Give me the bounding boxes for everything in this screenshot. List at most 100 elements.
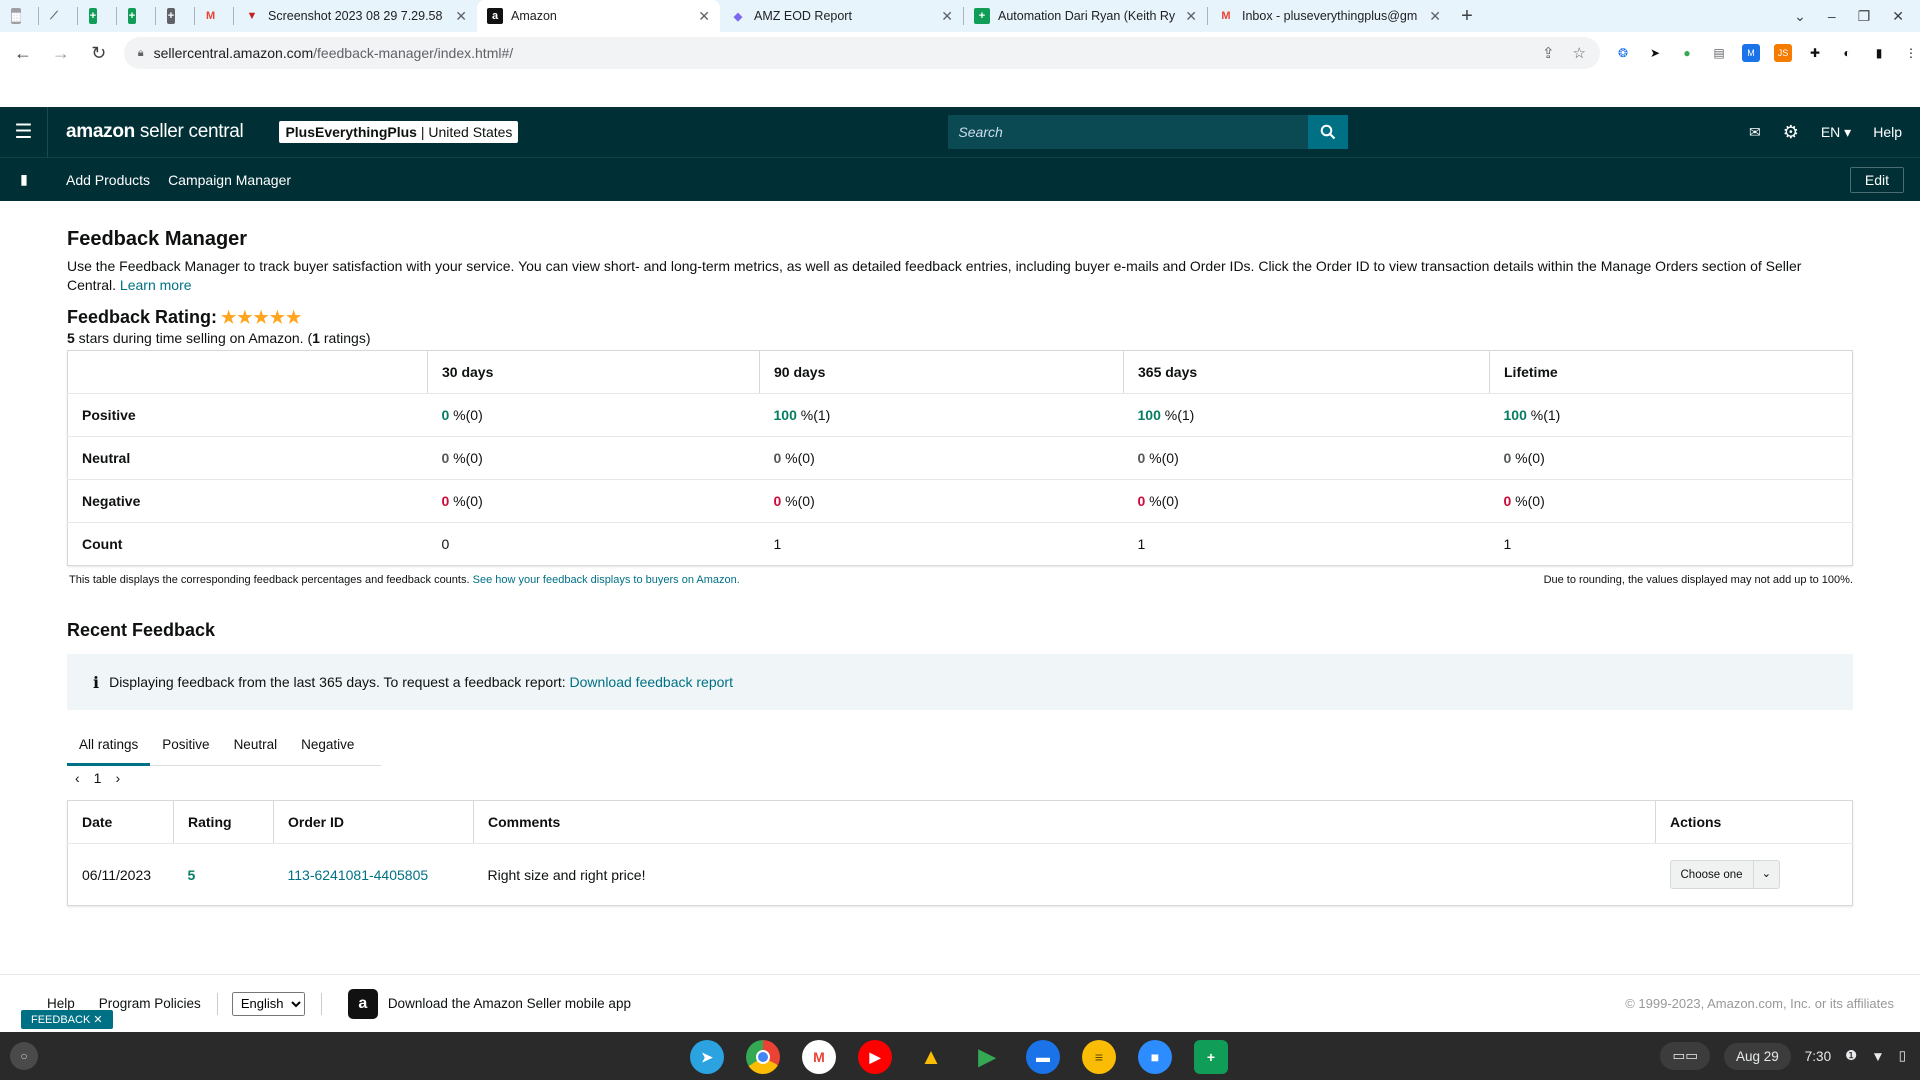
actions-dropdown[interactable]: Choose one ⌄ — [1669, 860, 1781, 889]
browser-tab-screenshot[interactable]: ▼ Screenshot 2023 08 29 7.29.58 ✕ — [234, 0, 477, 32]
browser-tab[interactable]: + — [78, 0, 116, 32]
close-icon[interactable]: ✕ — [1185, 8, 1197, 25]
browser-tab-eod-report[interactable]: ◆ AMZ EOD Report ✕ — [720, 0, 963, 32]
share-icon[interactable]: ⇪ — [1542, 44, 1555, 62]
extension-icon[interactable]: ◐ — [1838, 44, 1856, 62]
pagination: ‹ 1 › — [67, 770, 1853, 786]
extension-icon[interactable]: ❂ — [1614, 44, 1632, 62]
tab-all-ratings[interactable]: All ratings — [67, 724, 151, 766]
extension-icon[interactable]: ➤ — [1646, 44, 1664, 62]
tote-icon[interactable]: ▭▭ — [1660, 1042, 1710, 1070]
language-selector[interactable]: EN ▾ — [1821, 124, 1851, 141]
language-select[interactable]: English — [231, 991, 305, 1016]
play-store-icon[interactable]: ▶ — [970, 1040, 1004, 1074]
tab-positive[interactable]: Positive — [150, 724, 221, 766]
telegram-icon[interactable]: ➤ — [690, 1040, 724, 1074]
sheets-icon[interactable]: + — [1194, 1040, 1228, 1074]
puzzle-icon[interactable]: ✚ — [1806, 44, 1824, 62]
back-icon[interactable]: ← — [8, 43, 38, 64]
actions-dropdown-label: Choose one — [1680, 868, 1743, 881]
extension-icon[interactable]: ▤ — [1710, 44, 1728, 62]
help-link[interactable]: Help — [1873, 124, 1902, 140]
bookmark-star-icon[interactable]: ☆ — [1573, 44, 1586, 62]
youtube-icon[interactable]: ▶ — [858, 1040, 892, 1074]
rating-summary: 5 stars during time selling on Amazon. (… — [67, 330, 1853, 346]
close-icon[interactable]: ✕ — [1429, 8, 1441, 25]
positive-value: 100 — [1137, 407, 1161, 423]
side-panel-icon[interactable]: ▮ — [1870, 44, 1888, 62]
browser-tab-amazon[interactable]: a Amazon ✕ — [477, 0, 720, 32]
extension-icon[interactable]: ● — [1678, 44, 1696, 62]
search-button[interactable] — [1308, 115, 1349, 149]
close-icon[interactable]: ✕ — [941, 8, 953, 25]
zoom-icon[interactable]: ■ — [1138, 1040, 1172, 1074]
notification-icon[interactable]: ❶ — [1845, 1048, 1857, 1064]
browser-tab[interactable]: + — [156, 0, 194, 32]
new-tab-button[interactable]: + — [1451, 0, 1483, 32]
gmail-icon: M — [1221, 10, 1231, 22]
files-icon[interactable]: ▬ — [1026, 1040, 1060, 1074]
menu-dots-icon[interactable]: ⋮ — [1902, 44, 1920, 62]
footer-help-link[interactable]: Help — [47, 996, 75, 1011]
mobile-app-link[interactable]: a Download the Amazon Seller mobile app — [347, 988, 631, 1019]
chrome-icon[interactable] — [746, 1040, 780, 1074]
tab-search-icon[interactable]: ⌄ — [1794, 8, 1806, 25]
clock[interactable]: 7:30 — [1805, 1049, 1831, 1064]
edit-button[interactable]: Edit — [1849, 166, 1904, 193]
tab-negative[interactable]: Negative — [289, 724, 366, 766]
positive-value: 100 — [773, 407, 797, 423]
close-window-icon[interactable]: ✕ — [1892, 8, 1904, 25]
table-cell: 100 %(1) — [759, 393, 1124, 437]
chevron-left-icon[interactable]: ‹ — [75, 770, 80, 786]
date-display[interactable]: Aug 29 — [1724, 1042, 1791, 1070]
bookmark-icon[interactable]: ▮ — [0, 171, 48, 188]
feedback-tag[interactable]: FEEDBACK ✕ — [21, 1010, 113, 1029]
add-products-link[interactable]: Add Products — [66, 172, 150, 188]
chevron-right-icon[interactable]: › — [115, 770, 120, 786]
close-icon[interactable]: ✕ — [455, 8, 467, 25]
address-bar[interactable]: 🔒︎ sellercentral.amazon.com/feedback-man… — [123, 37, 1600, 69]
browser-tab[interactable]: ▦ — [0, 0, 38, 32]
wifi-icon[interactable]: ▼ — [1871, 1049, 1884, 1064]
table-row: Neutral 0 %(0) 0 %(0) 0 %(0) 0 %(0) — [67, 436, 1853, 480]
store-switcher[interactable]: PlusEverythingPlus | United States — [279, 121, 519, 143]
close-icon[interactable]: ✕ — [93, 1014, 102, 1026]
program-policies-link[interactable]: Program Policies — [99, 996, 201, 1011]
browser-tab[interactable]: + — [117, 0, 155, 32]
browser-tab[interactable]: ⟋ — [39, 0, 77, 32]
restore-icon[interactable]: ❐ — [1858, 8, 1871, 25]
extension-icon[interactable]: M — [1742, 44, 1760, 62]
seller-central-logo[interactable]: amazon seller central — [66, 121, 244, 143]
browser-tab[interactable]: M — [195, 0, 233, 32]
learn-more-link[interactable]: Learn more — [120, 277, 192, 293]
battery-icon[interactable]: ▯ — [1899, 1048, 1906, 1064]
minimize-icon[interactable]: – — [1828, 8, 1836, 24]
hamburger-menu-icon[interactable]: ☰ — [0, 107, 48, 157]
search-input[interactable] — [948, 115, 1309, 149]
drive-icon[interactable]: ▲ — [914, 1040, 948, 1074]
tab-neutral[interactable]: Neutral — [222, 724, 290, 766]
forward-icon[interactable]: → — [46, 43, 76, 64]
column-header: Order ID — [273, 800, 474, 844]
browser-tab-automation[interactable]: + Automation Dari Ryan (Keith Ry ✕ — [964, 0, 1207, 32]
feedback-rating-heading: Feedback Rating: ★★★★★ — [67, 307, 1853, 328]
mail-icon[interactable]: ✉ — [1749, 124, 1761, 141]
feedback-display-link[interactable]: See how your feedback displays to buyers… — [473, 574, 740, 586]
search-bar — [948, 115, 1349, 149]
page-number[interactable]: 1 — [94, 770, 102, 786]
cell-suffix: %(1) — [1160, 407, 1195, 423]
launcher-icon[interactable]: ○ — [10, 1042, 38, 1070]
notes-icon[interactable]: ≡ — [1082, 1040, 1116, 1074]
rating-stars-value: 5 — [67, 330, 75, 346]
campaign-manager-link[interactable]: Campaign Manager — [168, 172, 291, 188]
gmail-icon[interactable]: M — [802, 1040, 836, 1074]
lock-icon[interactable]: 🔒︎ — [138, 47, 144, 60]
extension-icon[interactable]: JS — [1774, 44, 1792, 62]
column-header: Rating — [173, 800, 274, 844]
download-report-link[interactable]: Download feedback report — [570, 674, 733, 690]
browser-tab-inbox[interactable]: M Inbox - pluseverythingplus@gm ✕ — [1208, 0, 1451, 32]
gear-icon[interactable]: ⚙ — [1783, 122, 1799, 143]
close-icon[interactable]: ✕ — [698, 8, 710, 25]
reload-icon[interactable]: ↻ — [84, 43, 114, 64]
order-id-link[interactable]: 113-6241081-4405805 — [288, 867, 429, 883]
